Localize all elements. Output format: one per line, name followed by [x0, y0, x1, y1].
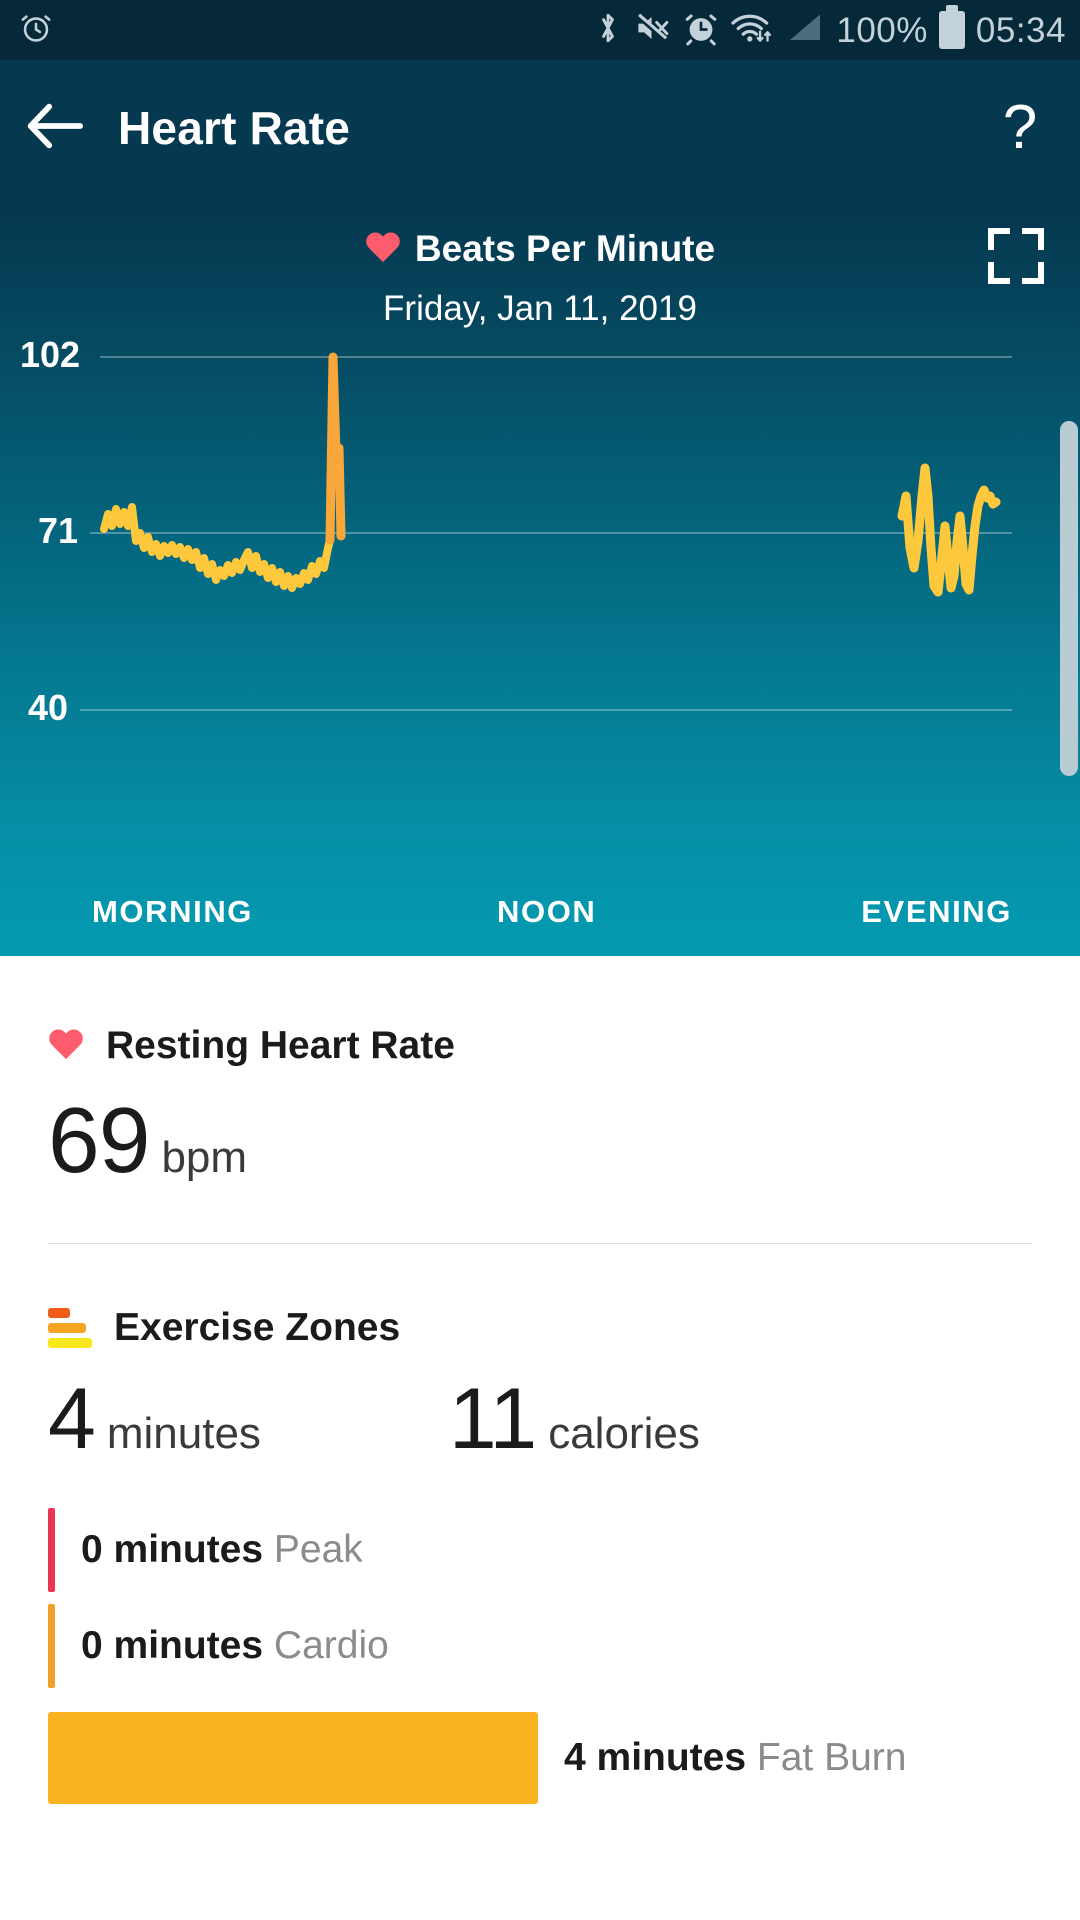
exercise-zones-totals: 4 minutes 11 calories — [48, 1376, 1032, 1462]
alarm-clock-icon — [18, 10, 54, 51]
zone-bars-icon — [48, 1308, 92, 1348]
alarm-icon — [683, 10, 719, 51]
total-calories-label: calories — [548, 1409, 700, 1459]
exercise-zones-header: Exercise Zones — [48, 1306, 1032, 1350]
zone-name-cardio: Cardio — [274, 1624, 389, 1667]
zone-row-peak[interactable]: 0 minutes Peak — [48, 1508, 1032, 1592]
resting-heart-rate-value: 69 — [48, 1094, 149, 1187]
back-button[interactable] — [0, 100, 110, 157]
status-bar: 100% 05:34 — [0, 0, 1080, 60]
wifi-icon — [730, 10, 774, 51]
y-axis-label-max: 102 — [20, 337, 80, 373]
zone-minutes-fat-burn: 4 minutes — [564, 1736, 746, 1779]
x-axis-label-noon: NOON — [497, 894, 596, 930]
resting-heart-rate-title: Resting Heart Rate — [106, 1024, 455, 1068]
y-axis-label-mid: 71 — [38, 513, 78, 549]
zone-name-fat-burn: Fat Burn — [757, 1736, 907, 1779]
zone-row-cardio[interactable]: 0 minutes Cardio — [48, 1604, 1032, 1688]
volume-mute-icon — [634, 10, 672, 51]
zone-label-cardio: 0 minutes Cardio — [81, 1624, 389, 1668]
zone-minutes-cardio: 0 minutes — [81, 1624, 263, 1667]
total-minutes-stat: 4 minutes — [48, 1376, 261, 1462]
bluetooth-icon — [593, 10, 623, 51]
clock-label: 05:34 — [976, 13, 1066, 48]
total-minutes-value: 4 — [48, 1376, 95, 1462]
resting-heart-rate-header: Resting Heart Rate — [48, 1024, 1032, 1068]
exercise-zones-section: Exercise Zones 4 minutes 11 calories 0 m… — [0, 1244, 1080, 1804]
battery-percent-label: 100% — [836, 13, 928, 48]
zone-label-fat-burn: 4 minutes Fat Burn — [564, 1736, 906, 1780]
cellular-signal-icon — [785, 10, 825, 51]
heart-icon — [48, 1030, 84, 1063]
zone-minutes-peak: 0 minutes — [81, 1528, 263, 1571]
exercise-zones-title: Exercise Zones — [114, 1306, 400, 1350]
resting-heart-rate-section: Resting Heart Rate 69 bpm — [0, 956, 1080, 1187]
zone-bar-fat-burn — [48, 1712, 538, 1804]
total-minutes-label: minutes — [107, 1409, 261, 1459]
total-calories-stat: 11 calories — [449, 1376, 700, 1462]
heart-rate-chart-panel[interactable]: Beats Per Minute Friday, Jan 11, 2019 10… — [0, 196, 1080, 956]
zone-row-fat-burn[interactable]: 4 minutes Fat Burn — [48, 1712, 1032, 1804]
heart-rate-plot — [0, 196, 1080, 956]
help-button[interactable]: ? — [960, 60, 1080, 196]
x-axis-label-morning: MORNING — [92, 894, 253, 930]
heart-rate-screen: 100% 05:34 Heart Rate ? Beats Per Minute… — [0, 0, 1080, 1920]
zone-bar-cardio — [48, 1604, 55, 1688]
y-axis-label-min: 40 — [28, 690, 68, 726]
content-area: Resting Heart Rate 69 bpm Exercise Zones… — [0, 956, 1080, 1804]
zone-name-peak: Peak — [274, 1528, 363, 1571]
resting-heart-rate-value-row: 69 bpm — [48, 1094, 1032, 1187]
exercise-zone-rows: 0 minutes Peak 0 minutes Cardio 4 minute… — [48, 1508, 1032, 1804]
back-arrow-icon — [26, 100, 84, 157]
zone-label-peak: 0 minutes Peak — [81, 1528, 363, 1572]
x-axis-label-evening: EVENING — [861, 894, 1012, 930]
app-bar: Heart Rate ? — [0, 60, 1080, 196]
page-scrollbar[interactable] — [1060, 421, 1078, 776]
battery-full-icon — [939, 11, 965, 49]
zone-bar-peak — [48, 1508, 55, 1592]
page-title: Heart Rate — [118, 101, 350, 155]
total-calories-value: 11 — [449, 1376, 536, 1462]
resting-heart-rate-unit: bpm — [161, 1133, 247, 1183]
